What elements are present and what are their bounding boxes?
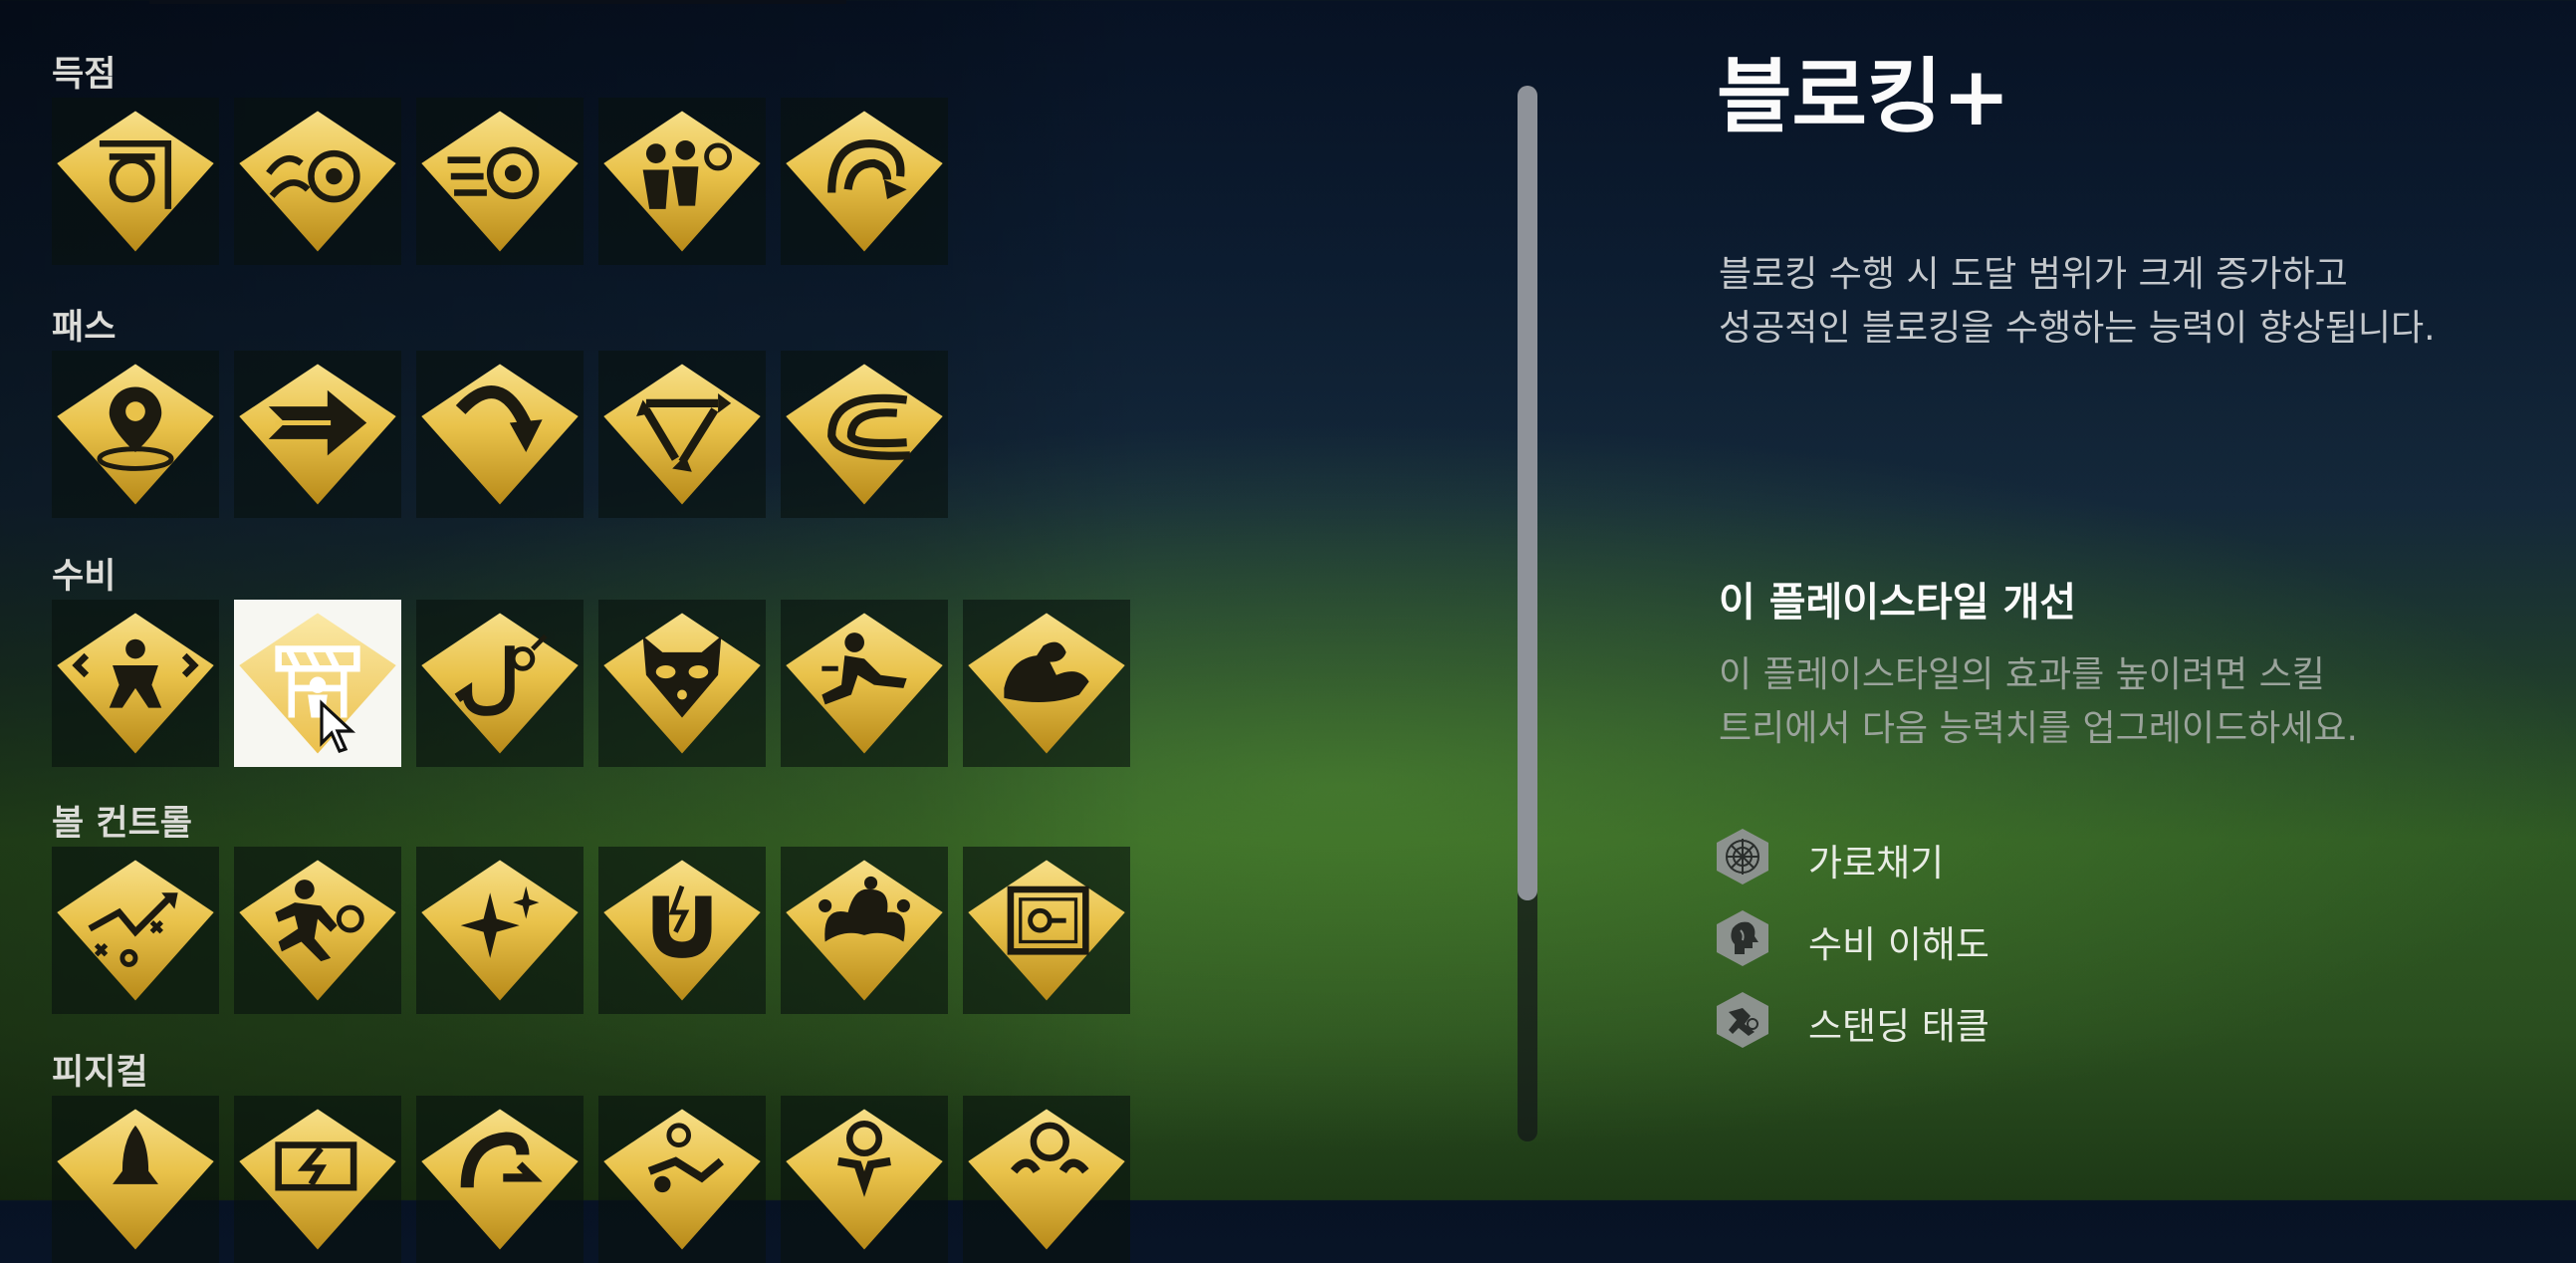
team-player-icon — [603, 111, 761, 252]
playstyle-tile[interactable] — [598, 847, 766, 1014]
playstyle-tile[interactable] — [52, 351, 219, 518]
acrobatic-icon — [603, 1109, 761, 1250]
category-label: 볼 컨트롤 — [52, 804, 192, 844]
long-throw-icon — [421, 1109, 579, 1250]
playstyle-tile[interactable] — [416, 98, 584, 265]
stat-label: 수비 이해도 — [1808, 923, 1990, 966]
intercept-hook-icon — [421, 613, 579, 754]
head-awareness-icon — [1717, 910, 1768, 966]
category-label: 피지컬 — [52, 1053, 148, 1093]
playstyle-tile[interactable] — [234, 1096, 401, 1263]
chip-shot-icon — [786, 111, 943, 252]
web-icon — [1717, 829, 1768, 884]
location-pass-icon — [57, 364, 214, 505]
playstyle-tile[interactable] — [963, 600, 1130, 767]
bruiser-icon — [968, 613, 1125, 754]
long-ball-icon — [786, 364, 943, 505]
playstyle-title: 블로킹+ — [1717, 50, 2011, 144]
stat-label: 스탠딩 태클 — [1808, 1005, 1990, 1048]
playstyle-tile[interactable] — [598, 1096, 766, 1263]
power-shot-icon — [421, 111, 579, 252]
relentless-battery-icon — [239, 1109, 396, 1250]
press-proven-magnet-icon — [603, 860, 761, 1001]
playstyle-tile[interactable] — [781, 600, 948, 767]
category-label: 수비 — [52, 557, 117, 597]
stat-label: 가로채기 — [1808, 842, 1945, 884]
technical-safe-icon — [968, 860, 1125, 1001]
playstyle-tile[interactable] — [52, 1096, 219, 1263]
playstyle-tile[interactable] — [781, 847, 948, 1014]
slide-tackle-icon — [786, 613, 943, 754]
power-header-icon — [239, 111, 396, 252]
top-edge — [149, 0, 846, 4]
playstyle-tile[interactable] — [52, 600, 219, 767]
scrollbar-track[interactable] — [1518, 86, 1537, 1141]
playstyle-tile[interactable] — [416, 847, 584, 1014]
playstyle-tile[interactable] — [234, 351, 401, 518]
playstyle-tile[interactable] — [416, 600, 584, 767]
flair-jester-icon — [786, 860, 943, 1001]
curve-pass-icon — [421, 364, 579, 505]
playstyle-tile-selected[interactable] — [234, 600, 401, 767]
mouse-cursor-icon — [320, 699, 356, 753]
anticipate-raccoon-icon — [603, 613, 761, 754]
whipped-pass-icon — [239, 364, 396, 505]
playstyle-tile[interactable] — [781, 98, 948, 265]
improve-description-line: 트리에서 다음 능력치를 업그레이드하세요. — [1719, 708, 2358, 749]
playstyle-description-line: 성공적인 블로킹을 수행하는 능력이 향상됩니다. — [1719, 308, 2436, 349]
improve-description-line: 이 플레이스타일의 효과를 높이려면 스킬 — [1719, 654, 2325, 695]
scrollbar-thumb[interactable] — [1518, 86, 1537, 900]
playstyle-tile[interactable] — [598, 98, 766, 265]
playstyle-tile[interactable] — [52, 98, 219, 265]
tiki-taka-icon — [603, 364, 761, 505]
footwork-icon — [968, 1109, 1125, 1250]
category-label: 패스 — [52, 308, 117, 348]
category-label: 득점 — [52, 55, 117, 95]
playstyle-tile[interactable] — [416, 1096, 584, 1263]
playstyle-tile[interactable] — [234, 98, 401, 265]
finesse-shot-icon — [57, 111, 214, 252]
trickster-icon — [421, 860, 579, 1001]
playstyle-tile[interactable] — [416, 351, 584, 518]
aerial-icon — [786, 1109, 943, 1250]
playstyle-tile[interactable] — [963, 847, 1130, 1014]
playstyle-tile[interactable] — [781, 1096, 948, 1263]
tactical-dribble-icon — [57, 860, 214, 1001]
jockey-icon — [57, 613, 214, 754]
playstyle-tile[interactable] — [598, 351, 766, 518]
playstyle-description-line: 블로킹 수행 시 도달 범위가 크게 증가하고 — [1719, 254, 2348, 295]
first-touch-icon — [239, 860, 396, 1001]
playstyle-tile[interactable] — [781, 351, 948, 518]
playstyle-tile[interactable] — [598, 600, 766, 767]
rocket-icon — [57, 1109, 214, 1250]
playstyle-tile[interactable] — [52, 847, 219, 1014]
playstyle-tile[interactable] — [234, 847, 401, 1014]
improve-section-title: 이 플레이스타일 개선 — [1719, 580, 2077, 626]
playstyle-tile[interactable] — [963, 1096, 1130, 1263]
tackle-icon — [1717, 992, 1768, 1048]
